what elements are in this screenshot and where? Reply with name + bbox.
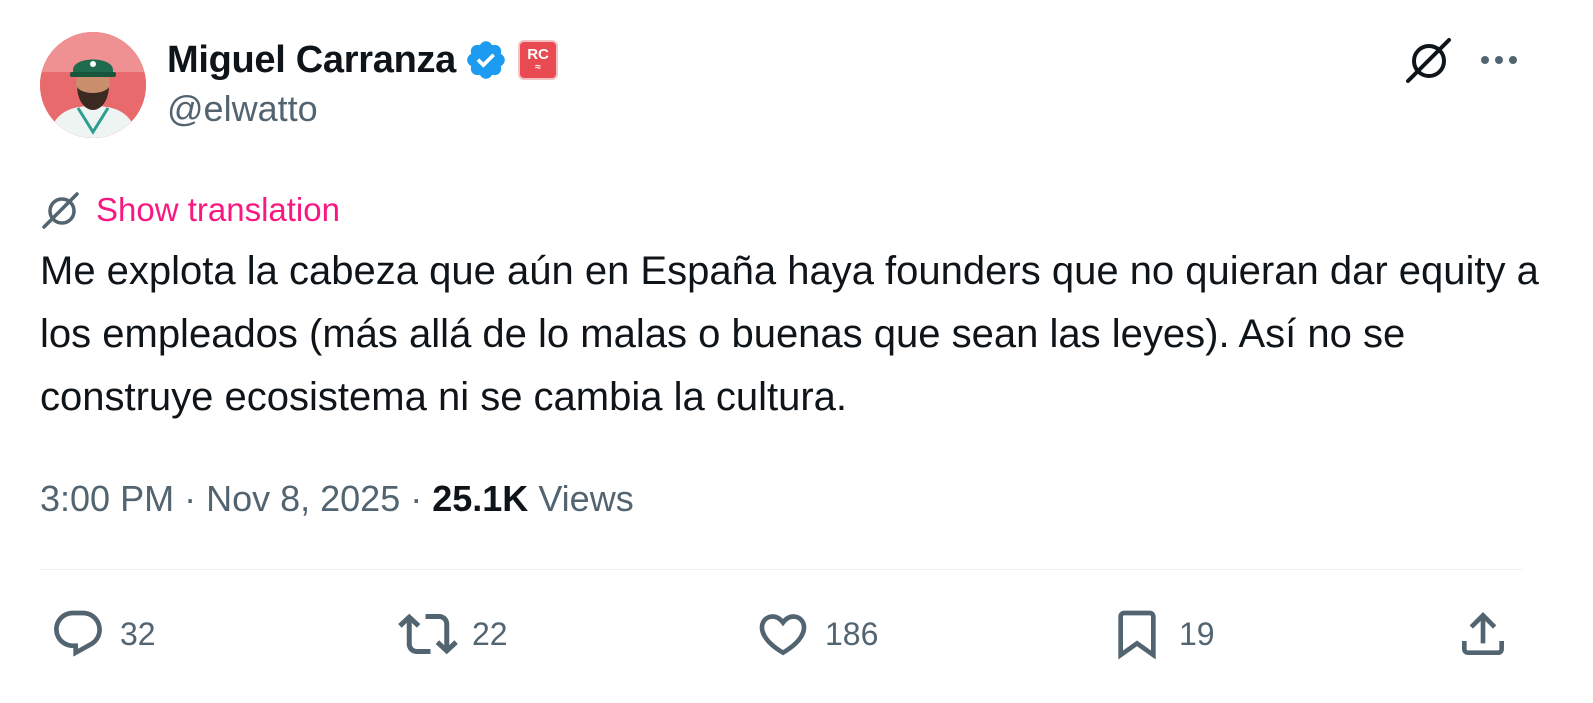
tweet-time[interactable]: 3:00 PM xyxy=(40,478,174,520)
like-button[interactable]: 186 xyxy=(755,604,878,664)
affiliate-wave-icon: ≈ xyxy=(535,62,541,73)
views-count: 25.1K xyxy=(432,478,529,519)
repost-count: 22 xyxy=(472,615,508,652)
tweet-date[interactable]: Nov 8, 2025 xyxy=(206,478,400,520)
tweet-text: Me explota la cabeza que aún en España h… xyxy=(40,249,1539,419)
divider xyxy=(40,569,1523,570)
views-space xyxy=(528,478,538,520)
views-label: Views xyxy=(538,478,634,519)
meta-separator: · xyxy=(400,478,433,519)
tweet-meta: 3:00 PM · Nov 8, 2025 · 25.1K Views xyxy=(40,474,634,524)
like-count: 186 xyxy=(825,615,879,652)
display-name[interactable]: Miguel Carranza xyxy=(167,39,456,82)
share-icon xyxy=(1462,612,1504,655)
verified-badge-icon[interactable] xyxy=(464,38,508,82)
share-button[interactable] xyxy=(1455,604,1511,664)
affiliate-badge-label: RC xyxy=(527,46,549,63)
repost-icon xyxy=(398,613,458,655)
repost-button[interactable]: 22 xyxy=(398,604,508,664)
author-handle[interactable]: @elwatto xyxy=(167,88,318,130)
meta-separator: · xyxy=(174,478,207,519)
bookmark-button[interactable]: 19 xyxy=(1109,604,1215,664)
reply-button[interactable]: 32 xyxy=(50,604,156,664)
bookmark-count: 19 xyxy=(1179,615,1215,652)
grok-icon[interactable] xyxy=(1403,34,1455,86)
reply-count: 32 xyxy=(120,615,156,652)
affiliate-badge[interactable]: RC ≈ xyxy=(518,40,559,80)
translation-row: Show translation xyxy=(40,186,340,234)
reply-icon xyxy=(54,610,102,657)
bookmark-icon xyxy=(1118,610,1156,660)
profile-photo-icon xyxy=(40,32,146,138)
like-icon xyxy=(759,614,807,656)
more-icon[interactable] xyxy=(1476,40,1522,80)
author-name-row: Miguel Carranza RC ≈ xyxy=(167,36,559,84)
grok-translate-icon xyxy=(42,192,79,229)
tweet-card: Miguel Carranza RC ≈ @elwatto Show trans… xyxy=(0,0,1593,703)
show-translation-link[interactable]: Show translation xyxy=(96,191,340,229)
avatar[interactable] xyxy=(40,32,146,138)
